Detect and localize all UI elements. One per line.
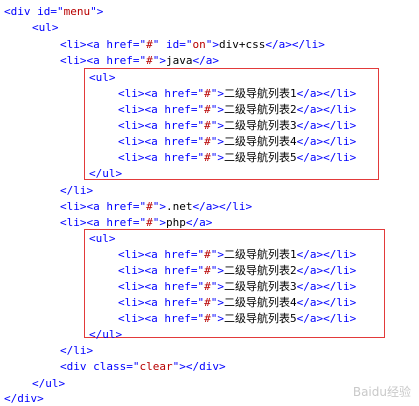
code-line: <li><a href="#">二级导航列表3</a></li>	[118, 119, 357, 132]
code-line: <li><a href="#">二级导航列表5</a></li>	[118, 312, 357, 325]
code-line: </ul>	[32, 377, 66, 390]
code-line: </li>	[60, 184, 94, 197]
code-line: <li><a href="#">php</a>	[60, 216, 213, 229]
code-line: <li><a href="#">二级导航列表2</a></li>	[118, 264, 357, 277]
code-line: </ul>	[89, 328, 123, 341]
code-line: <ul>	[89, 232, 116, 245]
code-line: <li><a href="#" id="on">div+css</a></li>	[60, 38, 325, 51]
code-line: <div class="clear"></div>	[60, 360, 226, 373]
code-line: <li><a href="#">二级导航列表2</a></li>	[118, 103, 357, 116]
code-line: <li><a href="#">二级导航列表3</a></li>	[118, 280, 357, 293]
code-line: <ul>	[89, 71, 116, 84]
code-line: </ul>	[89, 167, 123, 180]
code-line: <li><a href="#">二级导航列表4</a></li>	[118, 135, 357, 148]
code-line: </div>	[4, 392, 44, 405]
code-line: <li><a href="#">.net</a></li>	[60, 200, 253, 213]
code-line: <li><a href="#">二级导航列表1</a></li>	[118, 248, 357, 261]
code-line: <ul>	[32, 21, 59, 34]
code-line: <li><a href="#">java</a>	[60, 54, 219, 67]
code-line: <div id="menu">	[4, 5, 104, 18]
code-line: <li><a href="#">二级导航列表5</a></li>	[118, 151, 357, 164]
watermark: Baidu经验	[352, 385, 411, 399]
code-line: <li><a href="#">二级导航列表4</a></li>	[118, 296, 357, 309]
code-line: <li><a href="#">二级导航列表1</a></li>	[118, 87, 357, 100]
code-line: </li>	[60, 344, 94, 357]
